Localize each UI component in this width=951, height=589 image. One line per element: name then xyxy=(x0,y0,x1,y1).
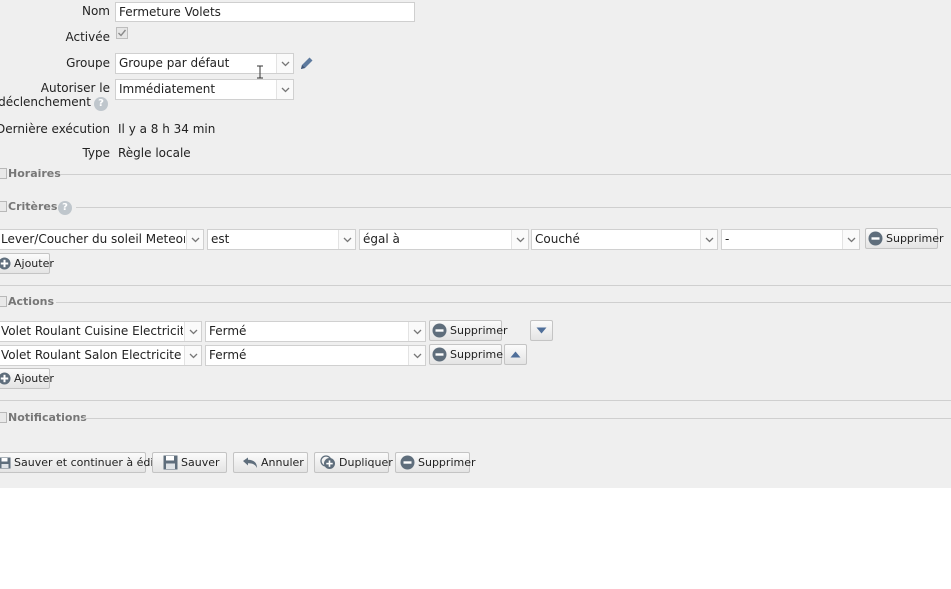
type-value: Règle locale xyxy=(118,146,191,160)
action-delete-button[interactable]: Supprimer xyxy=(429,320,508,341)
action-add-button[interactable]: Ajouter xyxy=(0,368,54,389)
notifications-section-toggle[interactable] xyxy=(0,412,7,423)
group-select-value: Groupe par défaut xyxy=(119,56,230,70)
section-divider xyxy=(0,285,951,286)
action-state-select[interactable]: Fermé xyxy=(205,345,426,366)
criteria-extra-value: - xyxy=(725,232,730,246)
rule-editor-panel: Nom Fermeture Volets Activée Groupe Grou… xyxy=(0,0,951,488)
active-label: Activée xyxy=(65,30,110,44)
minus-circle-icon xyxy=(432,347,447,362)
plus-circle-icon xyxy=(0,372,11,385)
criteria-add-label: Ajouter xyxy=(14,257,54,270)
action-delete-label: Supprimer xyxy=(450,324,508,337)
chevron-down-icon[interactable] xyxy=(184,346,201,365)
chevron-down-icon[interactable] xyxy=(408,322,425,341)
help-icon[interactable]: ? xyxy=(94,97,108,111)
criteria-delete-label: Supprimer xyxy=(886,232,944,245)
help-icon[interactable]: ? xyxy=(58,201,72,215)
section-divider xyxy=(76,207,951,208)
cancel-label: Annuler xyxy=(261,456,304,469)
save-button[interactable]: Sauver xyxy=(152,452,227,473)
group-label: Groupe xyxy=(66,56,110,70)
section-divider xyxy=(60,174,951,175)
chevron-down-icon[interactable] xyxy=(338,230,355,249)
duplicate-label: Dupliquer xyxy=(339,456,393,469)
minus-circle-icon xyxy=(868,231,883,246)
edit-pencil-icon[interactable] xyxy=(298,55,315,75)
chevron-down-icon[interactable] xyxy=(186,230,203,249)
criteria-extra-select[interactable]: - xyxy=(721,229,860,250)
action-add-label: Ajouter xyxy=(14,372,54,385)
criteria-value-select[interactable]: Couché xyxy=(531,229,718,250)
plus-circle-icon xyxy=(0,257,11,270)
delete-rule-button[interactable]: Supprimer xyxy=(395,452,476,473)
chevron-down-icon[interactable] xyxy=(184,322,201,341)
schedules-section-title: Horaires xyxy=(8,167,61,180)
actions-section-title: Actions xyxy=(8,295,54,308)
move-down-button[interactable] xyxy=(530,320,553,341)
checkmark-icon xyxy=(118,29,127,37)
action-state-value: Fermé xyxy=(209,324,247,338)
floppy-disk-icon xyxy=(0,457,11,469)
action-state-select[interactable]: Fermé xyxy=(205,321,426,342)
floppy-disk-icon xyxy=(163,455,178,470)
section-divider xyxy=(56,302,951,303)
action-device-select[interactable]: Volet Roulant Cuisine Electricite xyxy=(0,321,202,342)
criteria-device-select[interactable]: Lever/Coucher du soleil Meteorolo xyxy=(0,229,204,250)
retrigger-select[interactable]: Immédiatement xyxy=(115,79,294,100)
chevron-down-icon[interactable] xyxy=(276,80,293,99)
criteria-property-value: est xyxy=(211,232,230,246)
section-divider xyxy=(82,418,951,419)
minus-circle-icon xyxy=(432,323,447,338)
criteria-section-title: Critères xyxy=(8,200,58,213)
delete-rule-label: Supprimer xyxy=(418,456,476,469)
schedules-section-toggle[interactable] xyxy=(0,168,7,179)
criteria-operator-value: égal à xyxy=(363,232,400,246)
cancel-button[interactable]: Annuler xyxy=(233,452,308,473)
chevron-down-icon[interactable] xyxy=(408,346,425,365)
last-execution-label: Dernière exécution xyxy=(0,122,110,136)
duplicate-icon xyxy=(320,455,336,470)
triangle-up-icon xyxy=(510,351,521,358)
criteria-operator-select[interactable]: égal à xyxy=(359,229,529,250)
name-label: Nom xyxy=(81,4,110,18)
group-select[interactable]: Groupe par défaut xyxy=(115,53,294,74)
save-continue-button[interactable]: Sauver et continuer à éditer xyxy=(0,452,169,473)
criteria-delete-button[interactable]: Supprimer xyxy=(865,228,944,249)
duplicate-button[interactable]: Dupliquer xyxy=(314,452,393,473)
chevron-down-icon[interactable] xyxy=(511,230,528,249)
notifications-section-title: Notifications xyxy=(8,411,87,424)
type-label: Type xyxy=(82,146,110,160)
save-continue-label: Sauver et continuer à éditer xyxy=(14,456,170,469)
criteria-add-button[interactable]: Ajouter xyxy=(0,253,54,274)
action-state-value: Fermé xyxy=(209,348,247,362)
action-device-value: Volet Roulant Cuisine Electricite xyxy=(1,324,183,338)
chevron-down-icon[interactable] xyxy=(276,54,293,73)
triangle-down-icon xyxy=(536,327,547,334)
criteria-value-value: Couché xyxy=(535,232,580,246)
action-delete-button[interactable]: Supprimer xyxy=(429,344,508,365)
criteria-section-toggle[interactable] xyxy=(0,201,7,212)
retrigger-label-line1: Autoriser le xyxy=(40,81,110,95)
action-device-value: Volet Roulant Salon Electricite xyxy=(1,348,182,362)
criteria-device-value: Lever/Coucher du soleil Meteorolo xyxy=(1,232,185,246)
save-label: Sauver xyxy=(181,456,220,469)
active-checkbox[interactable] xyxy=(116,27,128,39)
actions-section-toggle[interactable] xyxy=(0,296,7,307)
action-device-select[interactable]: Volet Roulant Salon Electricite xyxy=(0,345,202,366)
undo-icon xyxy=(242,457,258,469)
chevron-down-icon[interactable] xyxy=(842,230,859,249)
chevron-down-icon[interactable] xyxy=(700,230,717,249)
action-delete-label: Supprimer xyxy=(450,348,508,361)
retrigger-label-line2: edéclenchement xyxy=(0,95,91,109)
retrigger-select-value: Immédiatement xyxy=(119,82,216,96)
name-input[interactable]: Fermeture Volets xyxy=(115,2,415,22)
minus-circle-icon xyxy=(400,455,415,470)
criteria-property-select[interactable]: est xyxy=(207,229,356,250)
section-divider xyxy=(0,400,951,401)
last-execution-value: Il y a 8 h 34 min xyxy=(118,122,216,136)
move-up-button[interactable] xyxy=(504,344,527,365)
